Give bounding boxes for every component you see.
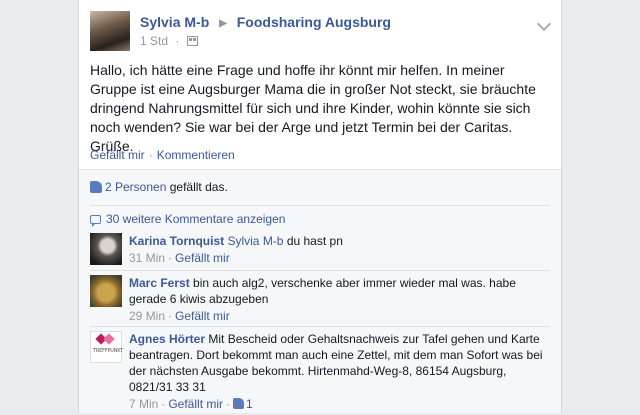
meta-separator: · (168, 309, 173, 323)
commenter-name[interactable]: Agnes Hörter (129, 332, 205, 346)
post-meta: 1 Std · (140, 34, 198, 48)
comment-content: Agnes Hörter Mit Bescheid oder Gehaltsna… (129, 331, 550, 412)
meta-separator: · (175, 34, 180, 48)
commenter-avatar[interactable] (90, 275, 122, 307)
comment-divider (90, 270, 550, 271)
commenter-avatar[interactable] (90, 233, 122, 265)
likes-suffix: gefällt das. (169, 180, 228, 194)
commenter-name[interactable]: Karina Tornquist (129, 234, 224, 248)
comment-item: Marc Ferst bin auch alg2, verschenke abe… (90, 275, 550, 325)
author-avatar[interactable] (90, 11, 130, 51)
thumbs-up-icon (233, 398, 245, 409)
post-header: Sylvia M-b ▶ Foodsharing Augsburg 1 Std … (90, 11, 561, 51)
comment-like-button[interactable]: Gefällt mir (168, 397, 223, 411)
likes-summary: 2 Personen gefällt das. (90, 179, 228, 194)
thumbs-up-icon (90, 181, 102, 193)
comment-meta: 7 Min · Gefällt mir · 1 (129, 396, 550, 412)
commenter-avatar[interactable]: TREFFPUNKT (90, 331, 123, 363)
comment-like-button[interactable]: Gefällt mir (175, 251, 230, 265)
meta-separator: · (226, 397, 231, 411)
feedback-section: 2 Personen gefällt das. 30 weitere Komme… (79, 169, 561, 413)
post-timestamp[interactable]: 1 Std (140, 34, 168, 48)
comment-like-button[interactable]: Gefällt mir (175, 309, 230, 323)
commenter-name[interactable]: Marc Ferst (129, 276, 190, 290)
comment-timestamp[interactable]: 7 Min (129, 397, 158, 411)
arrow-right-icon: ▶ (219, 18, 227, 29)
like-button[interactable]: Gefällt mir (90, 148, 145, 162)
comment-content: Karina Tornquist Sylvia M-b du hast pn 3… (129, 233, 550, 266)
comment-text: du hast pn (286, 234, 343, 248)
meta-separator: · (161, 397, 166, 411)
view-more-comments-link[interactable]: 30 weitere Kommentare anzeigen (90, 212, 285, 227)
comment-content: Marc Ferst bin auch alg2, verschenke abe… (129, 275, 550, 324)
post-text: Hallo, ich hätte eine Frage und hoffe ih… (90, 62, 536, 154)
divider (90, 205, 550, 206)
meta-separator: · (168, 251, 173, 265)
comment-timestamp[interactable]: 31 Min (129, 251, 165, 265)
comment-button[interactable]: Kommentieren (157, 148, 235, 162)
more-comments-label[interactable]: 30 weitere Kommentare anzeigen (106, 212, 285, 226)
avatar-logo-text: TREFFPUNKT (93, 348, 123, 354)
group-name-link[interactable]: Foodsharing Augsburg (237, 14, 391, 30)
author-line: Sylvia M-b ▶ Foodsharing Augsburg (140, 14, 391, 30)
post-actions: Gefällt mir · Kommentieren (90, 148, 235, 162)
comment-divider (90, 326, 550, 327)
action-separator: · (148, 148, 153, 162)
logo-shape (103, 333, 115, 345)
comment-bubble-icon (90, 215, 101, 227)
comment-like-count[interactable]: 1 (246, 397, 253, 411)
post-card: Sylvia M-b ▶ Foodsharing Augsburg 1 Std … (78, 0, 562, 413)
group-audience-icon[interactable] (186, 36, 198, 46)
comment-meta: 29 Min · Gefällt mir (129, 308, 550, 324)
comment-item: TREFFPUNKT Agnes Hörter Mit Bescheid ode… (90, 331, 550, 415)
comment-timestamp[interactable]: 29 Min (129, 309, 165, 323)
mentioned-user[interactable]: Sylvia M-b (227, 234, 283, 248)
author-name-link[interactable]: Sylvia M-b (140, 14, 209, 30)
likers-link[interactable]: 2 Personen (105, 180, 166, 194)
chevron-down-icon[interactable] (536, 16, 552, 32)
comment-meta: 31 Min · Gefällt mir (129, 250, 550, 266)
comment-item: Karina Tornquist Sylvia M-b du hast pn 3… (90, 233, 550, 267)
